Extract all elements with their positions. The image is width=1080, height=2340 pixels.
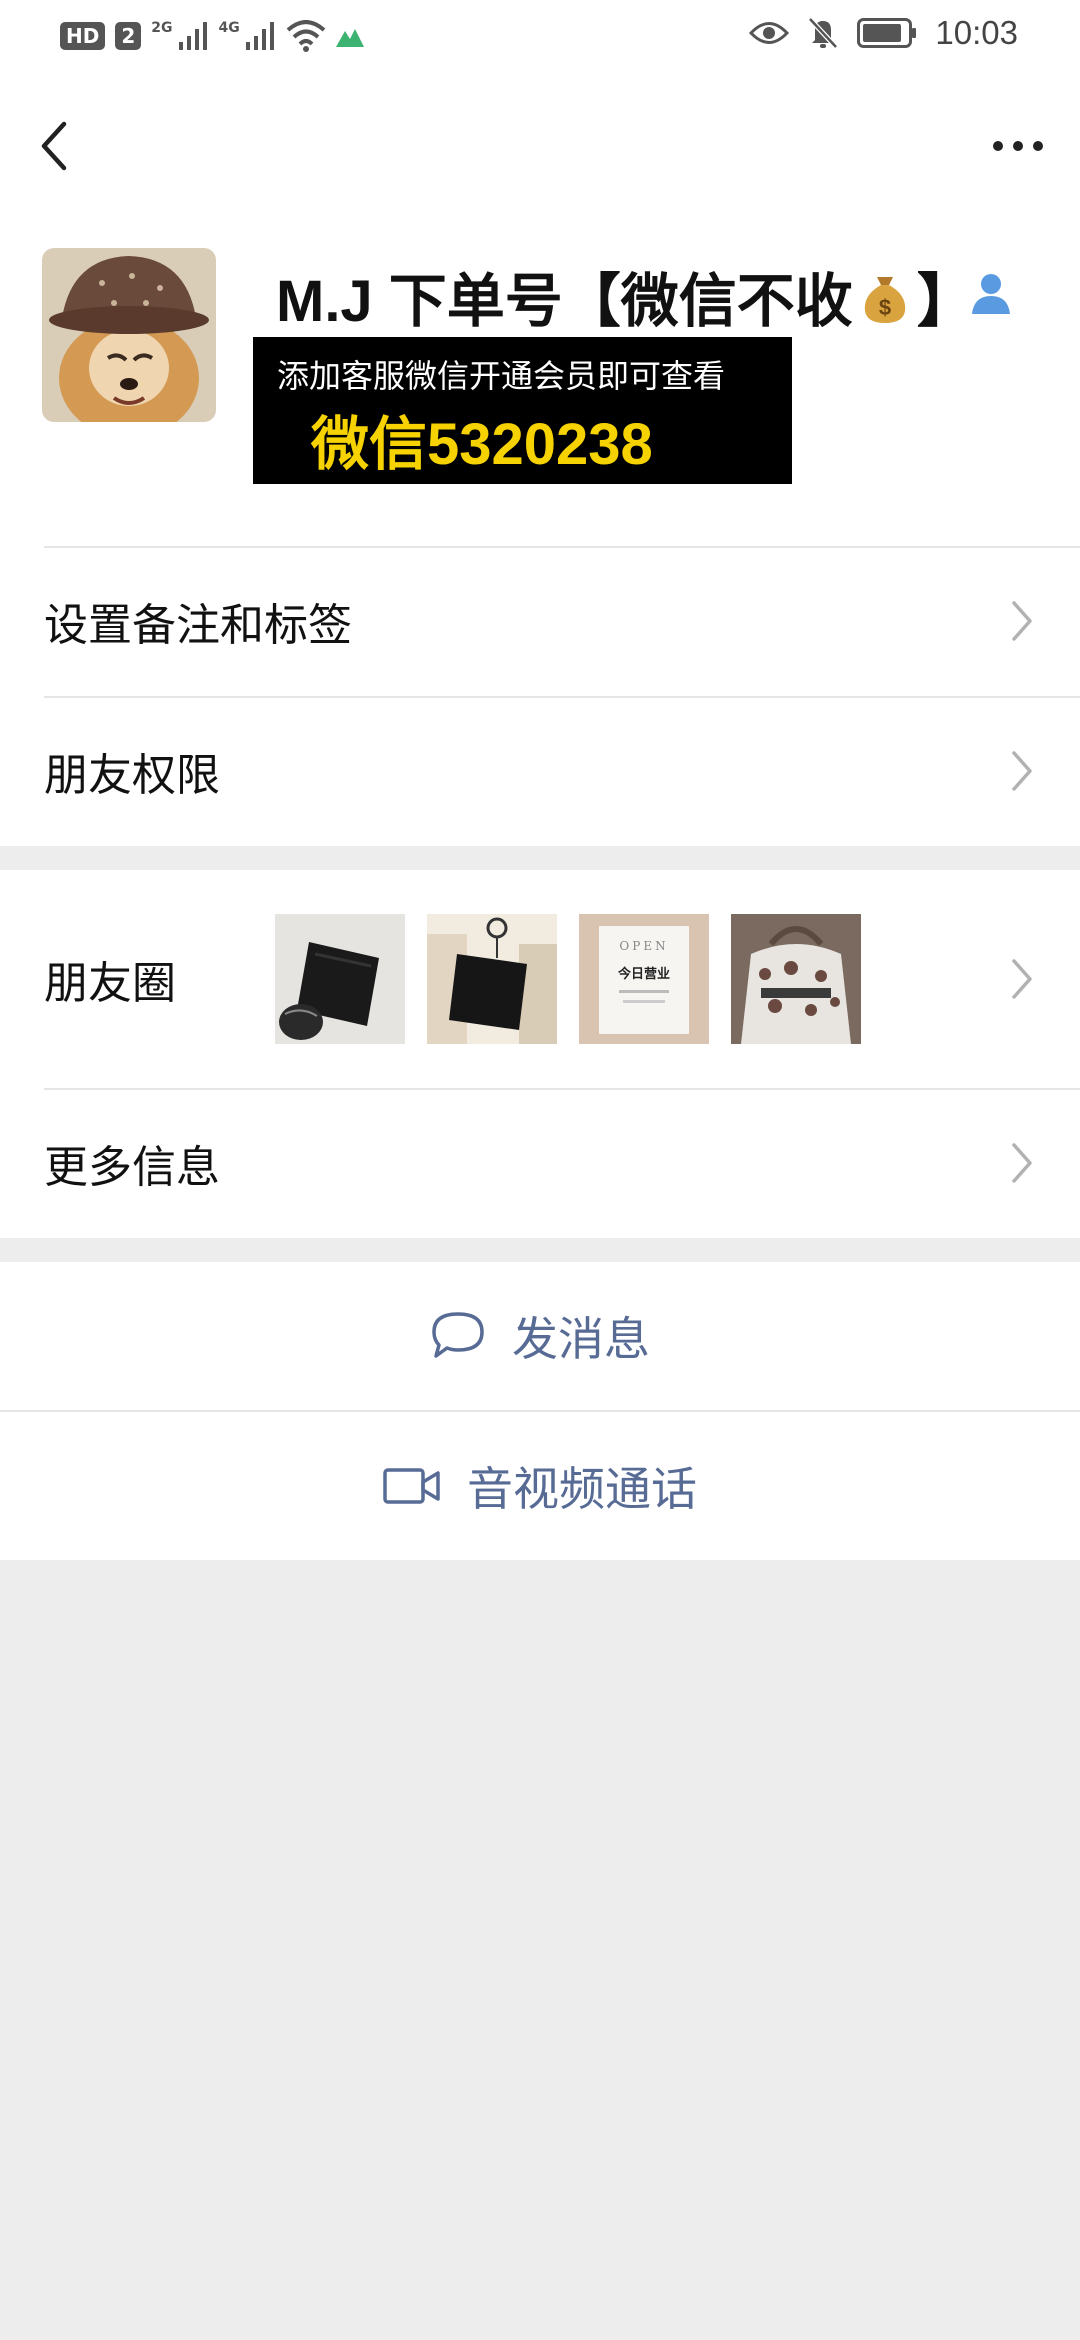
profile-name-bracket: 】 [916,269,975,334]
send-message-label: 发消息 [512,1312,650,1366]
promo-wechat-id: 微信5320238 [311,412,653,477]
battery-icon [857,18,917,48]
moments-label: 朋友圈 [44,958,176,1009]
status-left: HD 2 2G 4G [60,20,364,52]
mute-bell-icon [808,17,839,49]
friend-permission-label: 朋友权限 [44,750,220,801]
profile-header: M.J 下单号【微信不收 $ 】 添加客服微信开通会员即可查看 微信532023… [0,206,1080,546]
thumbnail-open-text: OPEN [619,939,668,953]
moment-thumbnail[interactable] [275,914,405,1044]
moment-thumbnail[interactable] [731,914,861,1044]
video-call-label: 音视频通话 [467,1462,697,1516]
network-label-2: 4G [218,20,240,36]
eye-icon [749,22,790,44]
back-arrow-icon[interactable] [34,116,74,176]
signal-icon [245,22,274,50]
sim-badge: 2 [115,22,142,50]
video-call-button[interactable]: 音视频通话 [0,1412,1080,1560]
chevron-right-icon [1012,751,1032,791]
section-gap [0,846,1080,870]
more-options-icon[interactable] [988,131,1048,161]
send-message-button[interactable]: 发消息 [0,1262,1080,1410]
profile-name: M.J 下单号【微信不收 $ 】 [276,254,975,338]
chat-bubble-icon [432,1312,484,1358]
chevron-right-icon [1012,601,1032,641]
settings-section: 设置备注和标签 朋友权限 [0,546,1080,846]
hd-badge: HD [60,22,106,50]
wifi-icon [286,20,326,52]
moment-thumbnail[interactable]: OPEN 今日营业 [579,914,709,1044]
moments-thumbnails: OPEN 今日营业 [275,914,861,1044]
promo-banner: 添加客服微信开通会员即可查看 微信5320238 [253,337,792,484]
divider [44,1088,1080,1090]
status-right: 10:03 [749,14,1018,52]
divider [44,546,1080,548]
thumbnail-open-today-text: 今日营业 [617,966,670,982]
network-label-1: 2G [151,20,173,36]
profile-name-text: M.J 下单号【微信不收 [276,269,853,334]
info-section: 朋友圈 OPEN 今日营业 更多信息 [0,870,1080,1238]
promo-text: 添加客服微信开通会员即可查看 [277,357,726,395]
clock-time: 10:03 [935,14,1018,51]
status-bar: HD 2 2G 4G 10:03 [0,0,1080,76]
divider [44,696,1080,698]
moment-thumbnail[interactable] [427,914,557,1044]
nav-bar [0,76,1080,206]
moments-row[interactable]: 朋友圈 OPEN 今日营业 [0,870,1080,1088]
svg-text:$: $ [879,295,891,320]
chevron-right-icon [1012,959,1032,999]
actions-section: 发消息 音视频通话 [0,1262,1080,1560]
remark-tags-row[interactable]: 设置备注和标签 [0,546,1080,696]
avatar[interactable] [42,248,216,422]
more-info-row[interactable]: 更多信息 [0,1088,1080,1238]
video-camera-icon [383,1468,440,1504]
remark-tags-label: 设置备注和标签 [44,600,352,651]
section-gap [0,1238,1080,1262]
more-info-label: 更多信息 [44,1142,220,1193]
signal-icon [178,22,207,50]
mountain-icon [335,29,364,47]
money-bag-icon: $ [864,277,906,323]
chevron-right-icon [1012,1143,1032,1183]
friend-permission-row[interactable]: 朋友权限 [0,696,1080,846]
contact-person-icon [972,274,1010,314]
